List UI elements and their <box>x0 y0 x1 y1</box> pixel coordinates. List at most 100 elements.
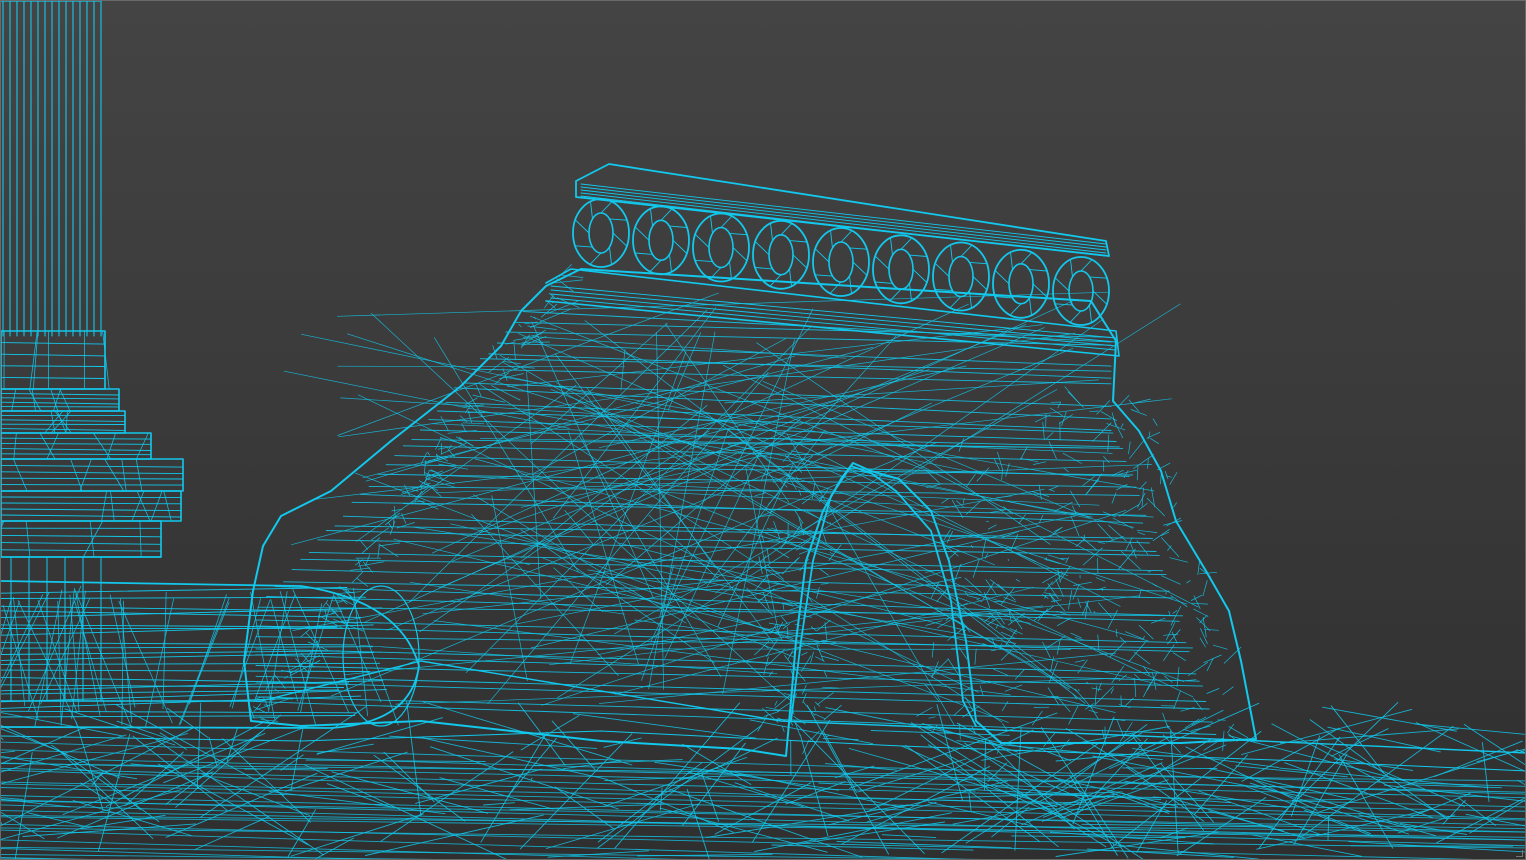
wire-edge <box>59 388 71 412</box>
wire-edge <box>600 201 613 214</box>
wire-edge <box>1164 470 1169 480</box>
wire-edge <box>1000 650 1012 661</box>
wire-edge <box>406 700 422 817</box>
wire-edge <box>279 591 317 727</box>
wire-edge <box>1075 538 1086 547</box>
wire-edge <box>849 275 852 294</box>
wire-edge <box>754 241 770 256</box>
wire-edge <box>27 812 87 828</box>
wire-edge <box>371 527 389 541</box>
wire-edge <box>539 308 571 323</box>
wire-edge <box>1049 485 1059 490</box>
wire-edge <box>669 225 688 228</box>
wire-edge <box>1103 456 1110 464</box>
wire-edge <box>1069 310 1082 323</box>
wire-edge <box>874 281 893 284</box>
wire-edge <box>1089 410 1099 413</box>
fallen-column-mesh[interactable] <box>1 580 420 729</box>
wire-edge <box>993 668 1009 676</box>
wire-edge <box>300 603 323 713</box>
wire-edge <box>780 222 793 236</box>
wire-edge <box>292 488 1045 631</box>
wireframe-scene[interactable] <box>1 1 1526 860</box>
resize-handle-icon[interactable] <box>1516 850 1523 857</box>
wire-edge <box>589 252 602 265</box>
wire-edge <box>1 392 120 396</box>
wire-edge <box>890 237 893 256</box>
wire-edge <box>1001 469 1003 480</box>
wire-edge <box>440 416 449 432</box>
wire-edge <box>37 600 78 713</box>
wire-edge <box>982 581 995 601</box>
wire-edge <box>814 274 833 277</box>
wire-edge <box>823 670 828 678</box>
wire-edge <box>1136 529 1158 533</box>
3d-viewport[interactable] <box>0 0 1526 860</box>
wire-edge <box>568 431 639 665</box>
wire-edge <box>580 183 1107 245</box>
wire-edge <box>824 622 828 641</box>
wire-edge <box>1044 581 1053 592</box>
wire-edge <box>290 813 424 857</box>
wire-edge <box>295 658 309 674</box>
wire-edge <box>1121 767 1218 770</box>
wire-edge <box>435 464 1153 494</box>
wire-edge <box>11 388 17 412</box>
wire-edge <box>273 673 286 689</box>
wire-edge <box>1 642 355 646</box>
wire-edge <box>710 215 713 234</box>
wire-edge <box>669 253 672 273</box>
wire-edge <box>787 626 789 639</box>
wire-edge <box>1204 628 1219 631</box>
wire-edge <box>822 738 859 741</box>
column-base-tier <box>1 432 152 460</box>
wire-edge <box>549 595 1140 666</box>
wire-edge <box>490 648 1072 650</box>
wire-edge <box>791 450 810 455</box>
column-mesh[interactable] <box>1 1 184 702</box>
wire-edge <box>1185 679 1197 681</box>
wire-edge <box>1 353 106 357</box>
wire-edge <box>1029 269 1048 272</box>
wire-edge <box>1110 688 1114 694</box>
wire-edge <box>1082 547 1103 566</box>
wire-edge <box>816 619 831 632</box>
baluster-ring <box>992 248 1050 319</box>
wire-edge <box>1 464 184 468</box>
wire-edge <box>1048 441 1057 459</box>
wire-edge <box>1106 535 1124 543</box>
wire-edge <box>1031 710 1043 726</box>
column-base-tier <box>1 388 120 412</box>
wire-edge <box>315 837 354 859</box>
column-base-tier <box>1 330 106 390</box>
wire-edge <box>534 338 786 474</box>
wire-edge <box>810 651 814 664</box>
wire-edge <box>1125 537 1133 551</box>
wire-edge <box>1 750 16 754</box>
wire-edge <box>840 230 853 243</box>
wire-edge <box>1199 637 1206 648</box>
wire-edge <box>1203 654 1222 663</box>
wire-edge <box>92 432 112 460</box>
baluster-ring <box>752 219 810 290</box>
wire-edge <box>1152 583 1158 587</box>
wire-edge <box>1338 754 1394 849</box>
wire-edge <box>802 693 807 703</box>
wire-edge <box>829 552 834 555</box>
wire-edge <box>1137 531 1146 536</box>
wire-edge <box>694 233 710 248</box>
wire-edge <box>135 458 143 492</box>
wire-edge <box>1092 290 1108 305</box>
rock-arch-mesh[interactable] <box>243 264 1257 757</box>
wire-edge <box>393 505 396 518</box>
wire-edge <box>1 728 67 754</box>
wire-edge <box>1 689 340 695</box>
wire-edge <box>1190 594 1203 601</box>
wire-edge <box>649 259 662 273</box>
wire-edge <box>967 595 981 599</box>
wire-edge <box>1055 578 1064 597</box>
wire-edge <box>770 222 773 242</box>
wire-edge <box>1 710 358 714</box>
wire-edge <box>1 453 152 456</box>
wire-edge <box>603 757 747 808</box>
